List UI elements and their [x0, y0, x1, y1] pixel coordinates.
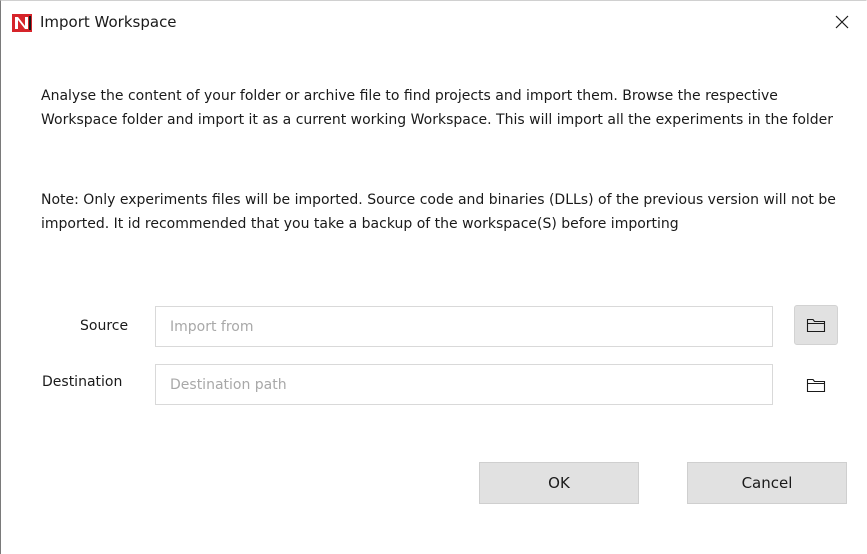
source-label: Source — [80, 318, 129, 334]
app-logo-icon — [12, 14, 32, 32]
destination-input[interactable] — [155, 364, 773, 405]
source-input[interactable] — [155, 306, 773, 347]
folder-icon — [806, 318, 826, 333]
close-icon — [835, 15, 849, 29]
destination-browse-button[interactable] — [794, 365, 838, 405]
destination-label: Destination — [42, 374, 123, 390]
title-bar[interactable]: Import Workspace — [1, 1, 866, 41]
close-button[interactable] — [824, 7, 860, 37]
import-workspace-dialog: Import Workspace Analyse the content of … — [0, 0, 867, 554]
window-title: Import Workspace — [40, 13, 177, 31]
ok-button[interactable]: OK — [479, 462, 639, 504]
folder-icon — [806, 378, 826, 393]
cancel-button[interactable]: Cancel — [687, 462, 847, 504]
source-browse-button[interactable] — [794, 305, 838, 345]
note-text: Note: Only experiments files will be imp… — [41, 192, 836, 232]
description-text: Analyse the content of your folder or ar… — [41, 88, 834, 128]
